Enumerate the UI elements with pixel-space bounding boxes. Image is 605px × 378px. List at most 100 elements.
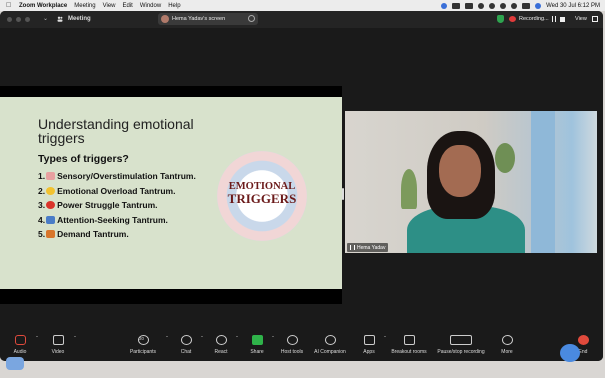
zoom-window: ⌄ Meeting Hema Yadav's screen Recording.… [0,11,603,361]
list-number: 5. [38,229,46,240]
meeting-label[interactable]: Meeting [68,16,91,22]
chat-label: Chat [180,349,192,355]
chevron-up-icon[interactable]: ˆ [201,337,203,343]
resize-handle[interactable] [342,188,344,200]
participants-button[interactable]: 30 ˆ Participants [126,335,168,355]
list-item-text: Emotional Overload Tantrum. [57,185,176,196]
list-item: 5. Demand Tantrum. [38,227,196,242]
list-item: 3. Power Struggle Tantrum. [38,198,196,213]
participants-label: Participants [129,349,157,355]
list-item: 2. Emotional Overload Tantrum. [38,184,196,199]
menu-help[interactable]: Help [168,3,180,9]
pause-stop-recording-label: Pause/stop recording [437,349,485,355]
list-item-text: Demand Tantrum. [57,229,129,240]
siri-icon[interactable] [535,2,542,9]
floating-app-icon[interactable] [560,344,580,362]
breakout-rooms-icon [403,335,415,345]
trigger-list: 1. Sensory/Overstimulation Tantrum. 2. E… [38,169,196,242]
more-button[interactable]: More [498,335,516,355]
gift-emoji-icon [46,230,56,239]
word-cloud-line-2: TRIGGERS [227,191,297,206]
breakout-rooms-label: Breakout rooms [391,349,427,355]
chevron-up-icon[interactable]: ˆ [166,337,168,343]
volume-icon[interactable] [478,2,485,9]
slide-subtitle: Types of triggers? [38,153,129,165]
slide-title: Understanding emotional triggers [38,116,194,146]
view-button[interactable]: View [575,16,587,22]
control-center-icon[interactable] [522,2,531,9]
security-shield-icon[interactable] [497,15,504,23]
wifi-icon[interactable] [500,2,507,9]
chat-button[interactable]: ˆ Chat [177,335,203,355]
list-item: 4. Attention-Seeking Tantrum. [38,213,196,228]
list-item-text: Sensory/Overstimulation Tantrum. [57,171,196,182]
participant-face [439,145,481,197]
view-options-icon[interactable] [248,15,255,22]
menu-clock[interactable]: Wed 30 Jul 6:12 PM [546,3,600,9]
more-icon [501,335,513,345]
menu-view[interactable]: View [103,3,116,9]
video-camera-icon [52,335,64,345]
participant-name-tag: Hema Yadav [347,243,389,252]
screen-share-pill[interactable]: Hema Yadav's screen [158,13,258,25]
recording-status: Recording... [519,16,549,22]
chevron-up-icon[interactable]: ˆ [384,337,386,343]
chevron-up-icon[interactable]: ˆ [236,337,238,343]
video-plant [495,143,515,173]
menu-zoom-workplace[interactable]: Zoom Workplace [19,3,67,9]
react-button[interactable]: ˆ React [212,335,238,355]
video-plant [401,169,417,209]
chevron-down-icon[interactable]: ⌄ [43,15,48,22]
pause-stop-icon [450,335,472,345]
breakout-rooms-button[interactable]: Breakout rooms [389,335,429,355]
video-button[interactable]: ˆ Video [48,335,76,355]
list-number: 1. [38,171,46,182]
minimize-window-button[interactable] [16,17,21,22]
apps-button[interactable]: ˆ Apps [360,335,386,355]
attention-emoji-icon [46,215,56,224]
chevron-up-icon[interactable]: ˆ [36,337,38,343]
share-screen-icon [251,335,263,345]
stop-recording-icon[interactable] [560,17,565,22]
close-window-button[interactable] [7,17,12,22]
list-number: 3. [38,200,46,211]
video-curtain [531,111,555,253]
sad-face-emoji-icon [46,186,56,195]
host-tools-button[interactable]: Host tools [279,335,305,355]
participant-video-tile[interactable]: Hema Yadav [345,111,597,253]
zoom-window-button[interactable] [25,17,30,22]
ai-companion-button[interactable]: AI Companion [311,335,349,355]
audio-label: Audio [13,349,27,355]
pause-stop-recording-button[interactable]: Pause/stop recording [434,335,488,355]
dock-app-icon[interactable] [6,357,24,370]
muted-microphone-icon [14,335,26,345]
list-item: 1. Sensory/Overstimulation Tantrum. [38,169,196,184]
shield-icon [286,335,298,345]
people-icon [57,16,63,22]
share-label: Share [250,349,264,355]
apps-icon [363,335,375,345]
search-icon[interactable] [511,2,518,9]
macos-menu-bar:  Zoom Workplace Meeting View Edit Windo… [0,0,605,11]
apple-icon[interactable]:  [6,2,12,9]
screen-share-label: Hema Yadav's screen [172,16,226,22]
react-label: React [214,349,228,355]
word-cloud-title: EMOTIONAL TRIGGERS [217,181,307,206]
list-number: 2. [38,185,46,196]
grid-view-icon[interactable] [592,16,598,22]
chevron-up-icon[interactable]: ˆ [272,337,274,343]
bluetooth-icon[interactable] [489,2,496,9]
menu-meeting[interactable]: Meeting [74,3,95,9]
zoom-status-icon[interactable] [441,2,448,9]
camera-status-icon[interactable] [452,2,461,9]
recording-icon [509,16,516,22]
share-button[interactable]: ˆ Share [248,335,274,355]
chevron-up-icon[interactable]: ˆ [74,337,76,343]
audio-button[interactable]: ˆ Audio [10,335,38,355]
pause-recording-icon[interactable] [552,16,556,22]
menu-window[interactable]: Window [140,3,161,9]
battery-icon[interactable] [465,2,474,9]
participants-count: 30 [139,336,145,341]
menu-edit[interactable]: Edit [123,3,133,9]
list-item-text: Power Struggle Tantrum. [57,200,158,211]
